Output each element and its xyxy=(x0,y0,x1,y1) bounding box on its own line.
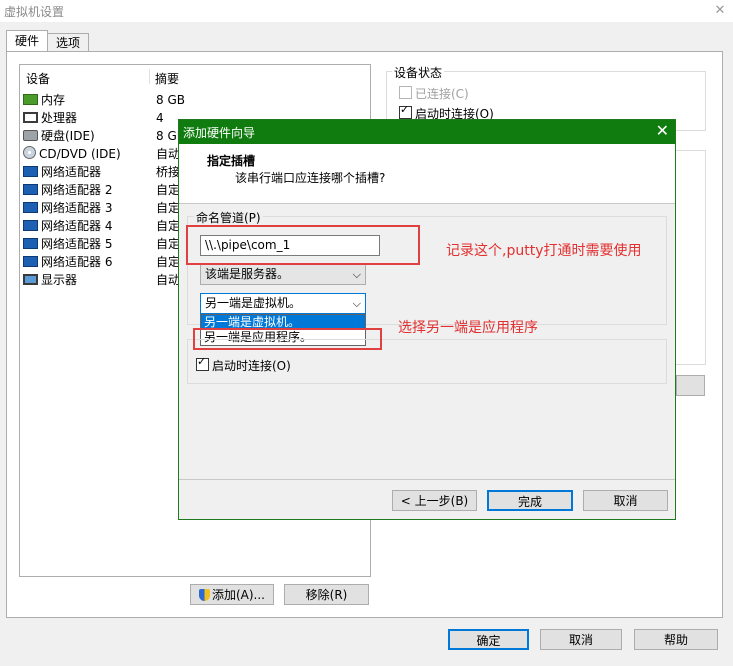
column-header-device[interactable]: 设备 xyxy=(26,70,50,87)
checkbox-checked-icon: ✓ xyxy=(196,355,209,371)
chevron-down-icon: ⌵ xyxy=(352,297,361,310)
cpu-icon xyxy=(23,112,38,123)
end-type-value: 该端是服务器。 xyxy=(205,267,290,281)
uac-shield-icon xyxy=(198,589,210,601)
wizard-title-bar: 添加硬件向导 ✕ xyxy=(179,120,675,144)
other-end-select[interactable]: 另一端是虚拟机。 ⌵ xyxy=(200,293,366,314)
chevron-down-icon: ⌵ xyxy=(352,268,361,281)
checkbox-checked-icon: ✓ xyxy=(399,103,412,119)
cancel-button[interactable]: 取消 xyxy=(540,629,622,650)
network-adapter-icon xyxy=(23,202,38,213)
connection-group-edge xyxy=(676,150,706,365)
connected-checkbox-box xyxy=(399,86,412,99)
end-type-select[interactable]: 该端是服务器。 ⌵ xyxy=(200,264,366,285)
wizard-subheading: 该串行端口应连接哪个插槽? xyxy=(235,171,386,185)
window-close-icon[interactable]: ✕ xyxy=(707,0,733,22)
connected-label: 已连接(C) xyxy=(415,87,469,101)
device-row-memory[interactable]: 内存 8 GB xyxy=(23,91,185,109)
device-row-hard-disk[interactable]: 硬盘(IDE) 8 GB xyxy=(23,127,185,145)
annotation-note-pipe: 记录这个,putty打通时需要使用 xyxy=(446,243,642,259)
wizard-footer-separator xyxy=(179,479,675,480)
device-row-network-adapter-3[interactable]: 网络适配器 3 自定 xyxy=(23,199,180,217)
device-status-title: 设备状态 xyxy=(392,64,445,81)
help-button[interactable]: 帮助 xyxy=(634,629,718,650)
wizard-connect-at-power-on-checkbox[interactable]: ✓ 启动时连接(O) xyxy=(196,355,291,374)
connected-checkbox: 已连接(C) xyxy=(399,85,469,102)
device-row-monitor[interactable]: 显示器 自动 xyxy=(23,271,180,289)
add-device-button[interactable]: 添加(A)... xyxy=(190,584,274,605)
wizard-connect-at-power-on-label: 启动时连接(O) xyxy=(212,359,291,373)
monitor-icon xyxy=(23,274,38,285)
wizard-close-icon[interactable]: ✕ xyxy=(656,121,669,140)
annotation-box-pipe-name xyxy=(186,225,420,265)
column-header-summary[interactable]: 摘要 xyxy=(155,70,179,87)
memory-icon xyxy=(23,94,38,105)
device-row-processor[interactable]: 处理器 4 xyxy=(23,109,171,127)
wizard-cancel-button[interactable]: 取消 xyxy=(583,490,668,511)
other-end-value: 另一端是虚拟机。 xyxy=(205,296,302,310)
back-button[interactable]: < 上一步(B) xyxy=(392,490,477,511)
network-adapter-icon xyxy=(23,166,38,177)
network-adapter-icon xyxy=(23,256,38,267)
window-title-bar: 虚拟机设置 xyxy=(0,0,733,22)
remove-device-button[interactable]: 移除(R) xyxy=(284,584,369,605)
annotation-note-other-end: 选择另一端是应用程序 xyxy=(398,320,538,336)
window-title: 虚拟机设置 xyxy=(4,5,65,19)
hard-disk-icon xyxy=(23,130,38,141)
device-row-cd-dvd[interactable]: CD/DVD (IDE) 自动 xyxy=(23,145,180,163)
ok-button[interactable]: 确定 xyxy=(448,629,529,650)
named-pipe-group-label: 命名管道(P) xyxy=(194,209,263,226)
wizard-header: 指定插槽 该串行端口应连接哪个插槽? xyxy=(179,144,675,204)
wizard-title: 添加硬件向导 xyxy=(183,126,256,140)
network-adapter-icon xyxy=(23,238,38,249)
tab-hardware[interactable]: 硬件 xyxy=(6,30,48,52)
finish-button[interactable]: 完成 xyxy=(487,490,573,511)
tab-options[interactable]: 选项 xyxy=(47,33,89,52)
device-row-network-adapter-5[interactable]: 网络适配器 5 自定 xyxy=(23,235,180,253)
device-list-header: 设备 摘要 xyxy=(20,65,370,86)
annotation-box-other-end xyxy=(193,328,382,350)
cd-dvd-icon xyxy=(23,146,36,159)
network-adapter-icon xyxy=(23,184,38,195)
device-row-network-adapter-2[interactable]: 网络适配器 2 自定 xyxy=(23,181,180,199)
device-row-network-adapter-6[interactable]: 网络适配器 6 自定 xyxy=(23,253,180,271)
browse-button-edge[interactable] xyxy=(676,375,705,396)
device-row-network-adapter[interactable]: 网络适配器 桥接 xyxy=(23,163,180,181)
device-row-network-adapter-4[interactable]: 网络适配器 4 自定 xyxy=(23,217,180,235)
network-adapter-icon xyxy=(23,220,38,231)
add-device-label: 添加(A)... xyxy=(211,588,266,602)
wizard-heading: 指定插槽 xyxy=(207,154,256,168)
